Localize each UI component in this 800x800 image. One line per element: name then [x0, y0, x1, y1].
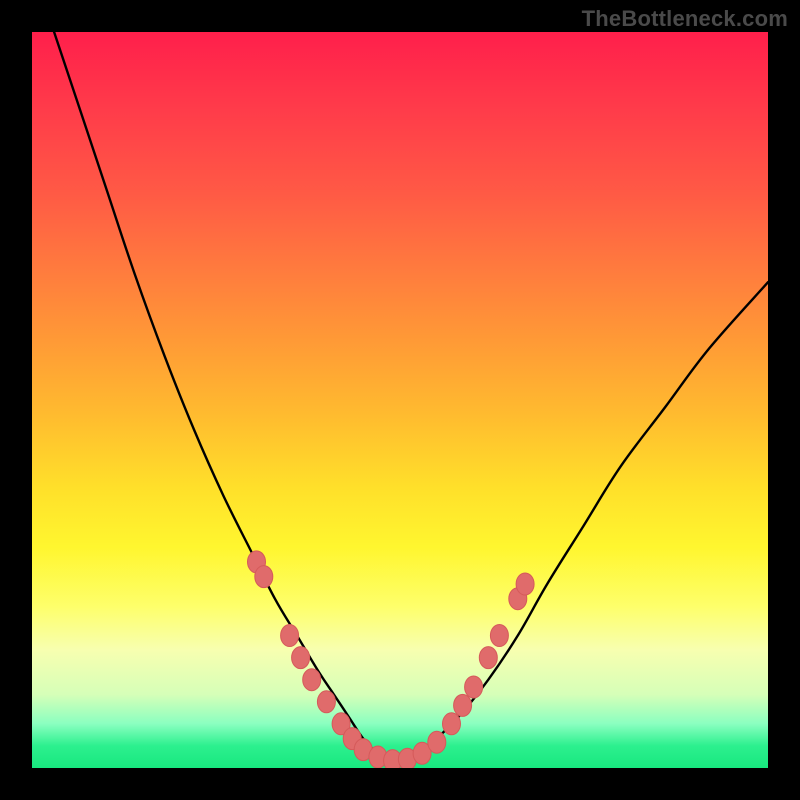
curve-marker	[516, 573, 534, 595]
curve-marker	[292, 647, 310, 669]
curve-marker	[454, 694, 472, 716]
curve-marker	[317, 691, 335, 713]
curve-marker	[490, 625, 508, 647]
watermark-text: TheBottleneck.com	[582, 6, 788, 32]
curve-marker	[255, 566, 273, 588]
bottleneck-curve	[54, 32, 768, 762]
curve-marker	[428, 731, 446, 753]
curve-marker	[465, 676, 483, 698]
curve-marker	[479, 647, 497, 669]
chart-frame: TheBottleneck.com	[0, 0, 800, 800]
curve-marker	[443, 713, 461, 735]
curve-markers	[248, 551, 535, 768]
curve-marker	[303, 669, 321, 691]
curve-marker	[281, 625, 299, 647]
plot-area	[32, 32, 768, 768]
curve-layer	[32, 32, 768, 768]
